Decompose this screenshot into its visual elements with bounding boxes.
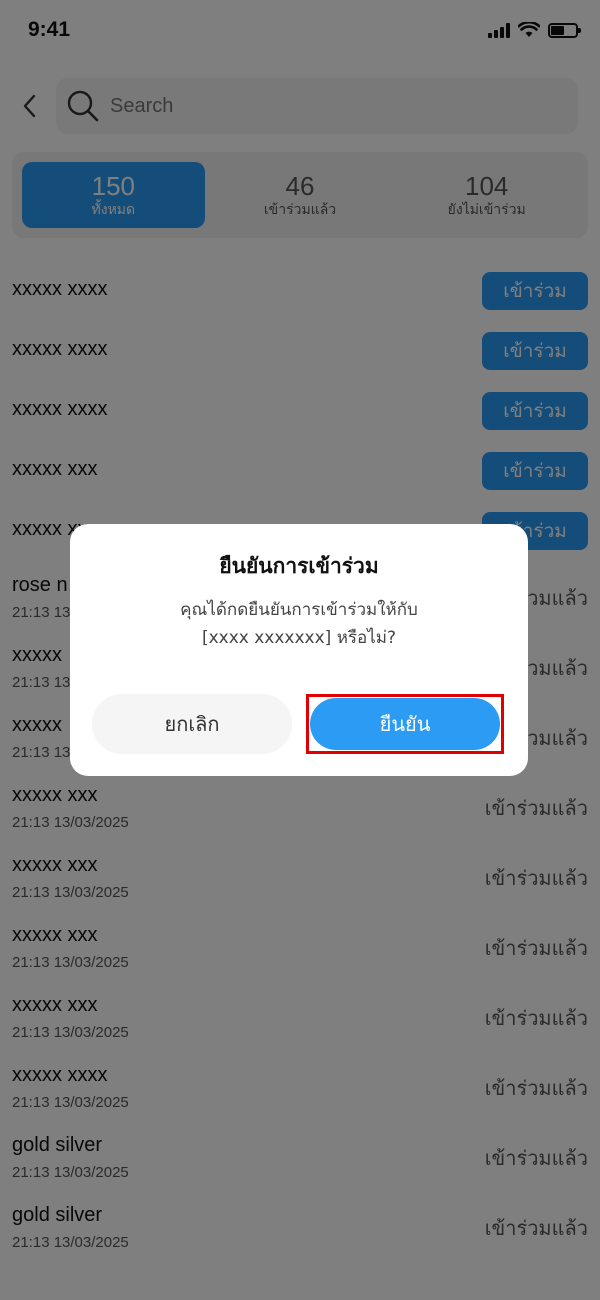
dialog-message-line: [xxxx xxxxxxx] หรือไม่?	[201, 628, 397, 648]
screen: 9:41	[0, 0, 600, 1300]
dialog-message-line: คุณได้กดยืนยันการเข้าร่วมให้กับ	[180, 600, 418, 620]
dialog-title: ยืนยันการเข้าร่วม	[219, 554, 379, 578]
confirm-button[interactable]: ยืนยัน	[310, 698, 500, 750]
confirm-dialog: ยืนยันการเข้าร่วม คุณได้กดยืนยันการเข้าร…	[70, 524, 528, 776]
dialog-message: คุณได้กดยืนยันการเข้าร่วมให้กับ [xxxx xx…	[90, 596, 508, 652]
cancel-button[interactable]: ยกเลิก	[92, 694, 292, 754]
